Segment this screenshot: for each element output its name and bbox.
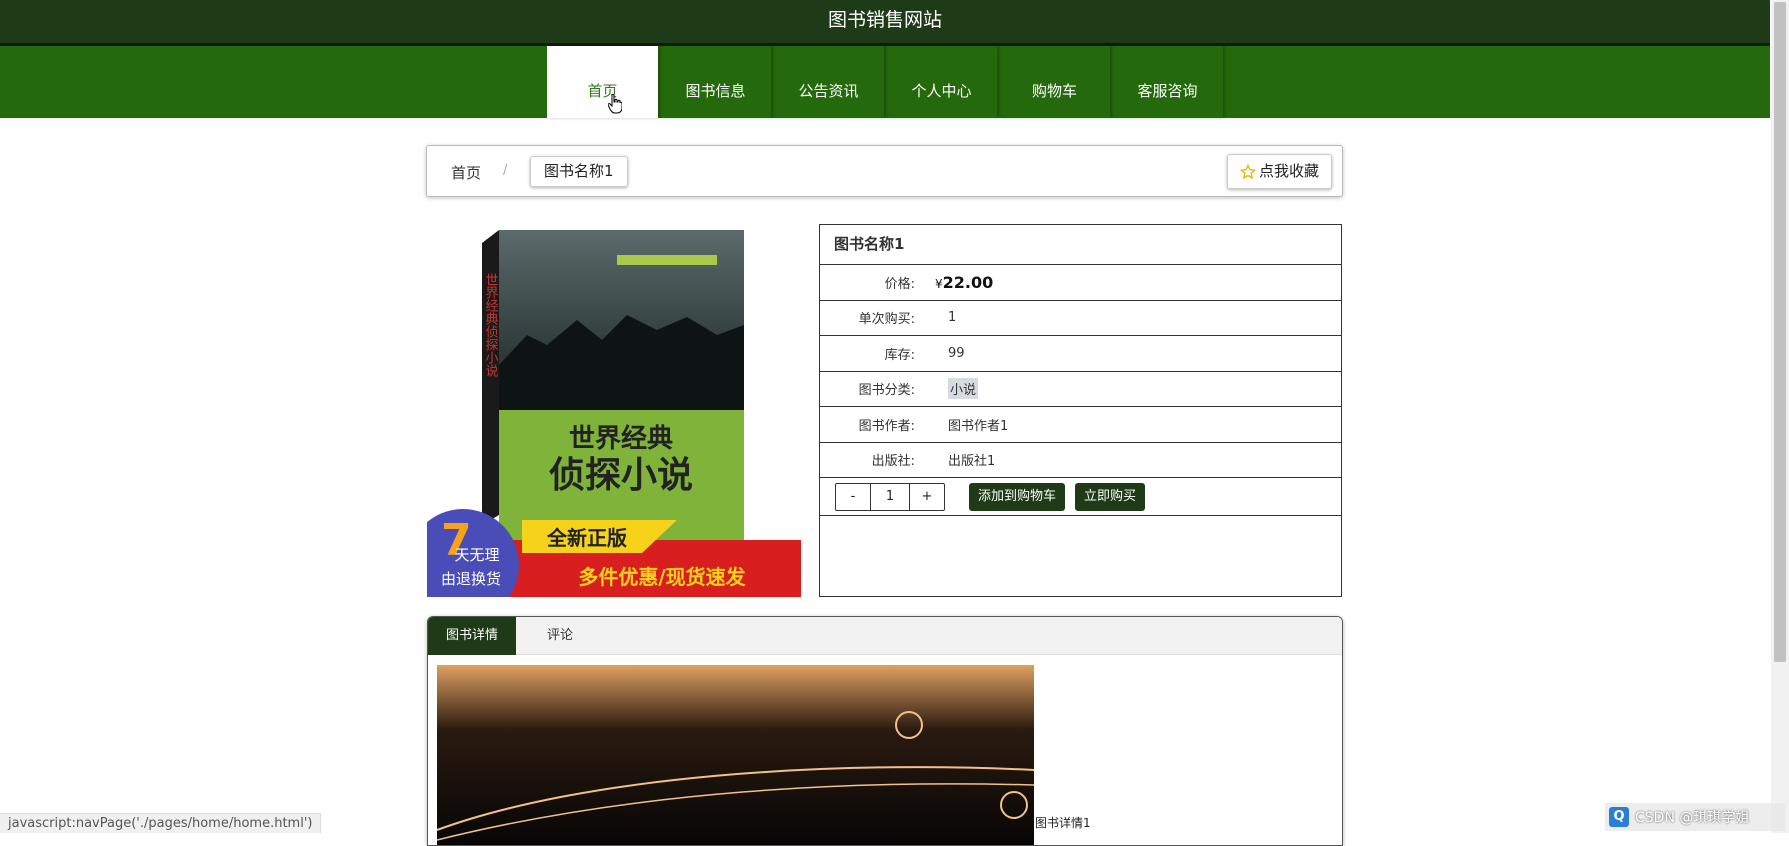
svg-text:多件优惠/现货速发: 多件优惠/现货速发 (578, 565, 746, 589)
browser-q-icon: Q (1609, 807, 1629, 827)
book-info-table: 图书名称1 价格: ¥22.00 单次购买: 1 库存: 99 图书分类: 小说… (819, 224, 1342, 597)
stock-value: 99 (948, 345, 965, 361)
nav-book-info[interactable]: 图书信息 (660, 46, 771, 118)
quantity-input[interactable]: 1 (870, 483, 910, 510)
svg-text:世界经典: 世界经典 (569, 423, 673, 454)
tab-comments[interactable]: 评论 (516, 617, 604, 655)
browser-status-bar: javascript:navPage('./pages/home/home.ht… (0, 813, 322, 833)
price-amount: 22.00 (942, 272, 994, 292)
breadcrumb-current: 图书名称1 (530, 156, 628, 187)
tab-bar: 图书详情 评论 (428, 617, 1342, 655)
nav-customer-service[interactable]: 客服咨询 (1112, 46, 1223, 118)
book-name: 图书名称1 (820, 225, 1341, 265)
page-scrollbar[interactable] (1771, 0, 1789, 833)
favorite-label: 点我收藏 (1258, 162, 1319, 180)
category-label: 图书分类: (858, 383, 915, 399)
stock-label: 库存: (884, 347, 915, 363)
buy-now-button[interactable]: 立即购买 (1075, 482, 1146, 511)
scrollbar-thumb[interactable] (1774, 2, 1786, 662)
watermark: Q CSDN @琪琪学姐 (1605, 803, 1785, 831)
breadcrumb-home[interactable]: 首页 (451, 162, 481, 183)
price-label: 价格: (884, 276, 915, 292)
star-icon (1239, 163, 1256, 179)
site-title: 图书销售网站 (827, 9, 942, 31)
svg-text:天无理: 天无理 (454, 546, 499, 564)
watermark-text: CSDN @琪琪学姐 (1635, 810, 1750, 826)
detail-caption: 图书详情1 (1035, 816, 1091, 830)
nav-cart[interactable]: 购物车 (999, 46, 1110, 118)
price-row: 价格: ¥22.00 (820, 265, 1341, 301)
author-value: 图书作者1 (948, 418, 1009, 434)
book-cover-image: 世界经典 侦探小说 世界经典侦探小说 全新正版 多件优惠/现货速发 7 天无理 … (427, 225, 801, 597)
publisher-label: 出版社: (871, 454, 915, 470)
svg-text:全新正版: 全新正版 (546, 526, 627, 550)
hand-cursor-icon (608, 94, 622, 114)
breadcrumb: 首页 / 图书名称1 点我收藏 (426, 145, 1343, 197)
svg-text:由退换货: 由退换货 (441, 570, 501, 588)
single-buy-label: 单次购买: (858, 312, 915, 328)
single-buy-value: 1 (948, 310, 957, 326)
increase-button[interactable]: + (910, 484, 944, 510)
svg-text:侦探小说: 侦探小说 (549, 454, 693, 496)
favorite-button[interactable]: 点我收藏 (1226, 154, 1332, 189)
add-to-cart-button[interactable]: 添加到购物车 (969, 482, 1066, 511)
stock-row: 库存: 99 (820, 336, 1341, 372)
detail-tabs: 图书详情 评论 图书详情1 (427, 616, 1343, 846)
single-buy-row: 单次购买: 1 (820, 301, 1341, 336)
author-label: 图书作者: (858, 418, 915, 434)
svg-text:世界经典侦探小说: 世界经典侦探小说 (483, 273, 499, 378)
main-nav: 首页 图书信息 公告资讯 个人中心 购物车 客服咨询 (0, 46, 1770, 118)
quantity-stepper: - 1 + (835, 482, 945, 511)
detail-image (437, 665, 1034, 845)
purchase-actions: - 1 + 添加到购物车 立即购买 (820, 478, 1341, 516)
nav-personal-center[interactable]: 个人中心 (886, 46, 997, 118)
decrease-button[interactable]: - (836, 484, 870, 510)
publisher-row: 出版社: 出版社1 (820, 443, 1341, 478)
category-row: 图书分类: 小说 (820, 372, 1341, 407)
author-row: 图书作者: 图书作者1 (820, 407, 1341, 443)
breadcrumb-separator: / (503, 163, 508, 178)
nav-home[interactable]: 首页 (547, 46, 658, 118)
site-header: 图书销售网站 (0, 0, 1770, 46)
tab-book-details[interactable]: 图书详情 (428, 617, 516, 655)
price-value: ¥22.00 (935, 273, 993, 292)
category-value: 小说 (948, 378, 979, 400)
publisher-value: 出版社1 (948, 454, 996, 470)
nav-announcements[interactable]: 公告资讯 (773, 46, 884, 118)
currency-symbol: ¥ (935, 276, 943, 291)
